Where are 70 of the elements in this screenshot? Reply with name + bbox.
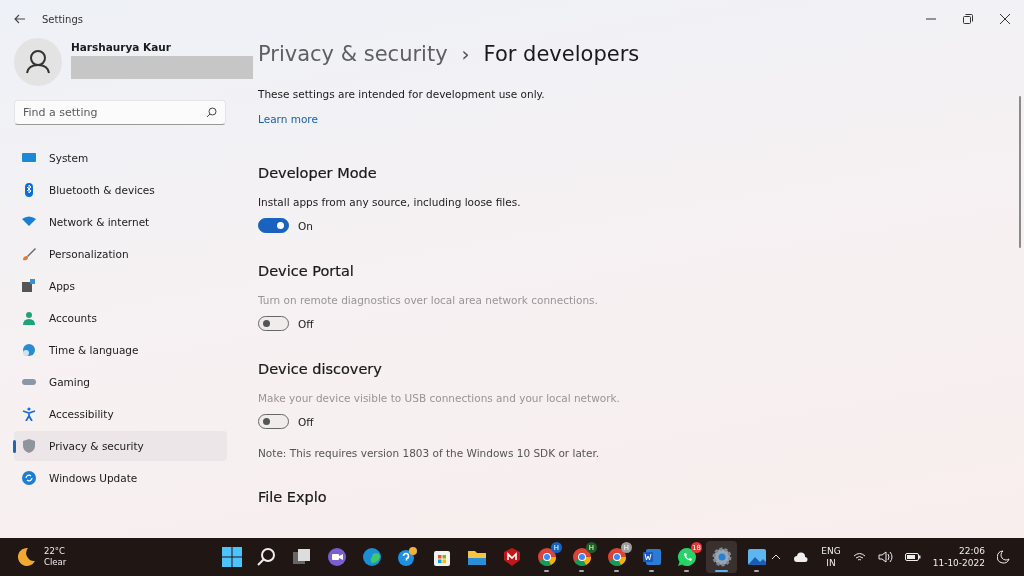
sidebar-item[interactable]: System	[14, 143, 227, 173]
taskbar-app[interactable]	[706, 541, 737, 573]
setting-description: Turn on remote diagnostics over local area network connections.	[258, 294, 599, 306]
globe-icon	[22, 343, 36, 357]
user-name: Harshaurya Kaur	[71, 41, 172, 53]
page-title: For developers	[483, 42, 640, 66]
cloud-icon[interactable]	[793, 552, 810, 562]
brush-icon	[22, 247, 36, 261]
intro-text: These settings are intended for development use only.	[258, 88, 546, 100]
battery-icon[interactable]	[904, 552, 921, 562]
system-icon	[22, 151, 36, 165]
bluetooth-icon	[22, 183, 36, 197]
back-arrow-icon[interactable]	[14, 14, 26, 24]
edge-icon	[360, 546, 383, 568]
setting-description: Make your device visible to USB connections and your local network.	[258, 392, 621, 404]
restore-icon[interactable]	[963, 14, 973, 24]
word-icon	[640, 546, 663, 568]
sidebar-item[interactable]: Gaming	[14, 367, 227, 397]
chrome-icon	[570, 546, 593, 568]
temperature: 22°C	[44, 546, 66, 557]
moon-icon	[16, 547, 36, 567]
learn-more-link[interactable]: Learn more	[258, 113, 318, 125]
search-field[interactable]: Find a setting	[14, 100, 226, 125]
access-icon	[22, 407, 36, 421]
chrome-icon	[605, 546, 628, 568]
crescent-icon[interactable]	[997, 550, 1010, 564]
language-indicator[interactable]: ENG IN	[821, 545, 841, 569]
toggle-switch[interactable]	[258, 218, 289, 233]
window-title: Settings	[42, 13, 83, 25]
toggle-state-label: On	[298, 219, 313, 232]
section-heading: Device Portal	[258, 263, 355, 279]
toggle-state-label: Off	[298, 317, 314, 330]
start-icon	[220, 546, 243, 568]
avatar-icon[interactable]	[14, 38, 62, 86]
setting-description: Install apps from any source, including loose files.	[258, 196, 522, 208]
sidebar-item[interactable]: Accessibility	[14, 399, 227, 429]
sidebar-item[interactable]: Apps	[14, 271, 227, 301]
help-icon	[395, 546, 418, 568]
wifi-icon	[22, 215, 36, 229]
section-heading: File Explo	[258, 489, 328, 505]
breadcrumb-separator: ›	[461, 42, 470, 66]
sidebar-item[interactable]: Privacy & security	[14, 431, 227, 461]
person-icon	[22, 311, 36, 325]
chat-icon	[325, 546, 348, 568]
sidebar-item[interactable]: Bluetooth & devices	[14, 175, 227, 205]
sidebar-item[interactable]: Time & language	[14, 335, 227, 365]
breadcrumb-link[interactable]: Privacy & security	[258, 42, 448, 66]
search-icon	[255, 546, 278, 568]
speaker-icon[interactable]	[877, 551, 893, 563]
close-icon[interactable]	[1000, 14, 1010, 24]
toggle-state-label: Off	[298, 415, 314, 428]
chrome-icon	[535, 546, 558, 568]
shield-icon	[22, 439, 36, 453]
section-heading: Device discovery	[258, 361, 383, 377]
section-heading: Developer Mode	[258, 165, 378, 181]
apps-icon	[22, 279, 36, 293]
clock[interactable]: 22:06 11-10-2022	[932, 545, 985, 569]
search-icon	[206, 107, 217, 118]
sidebar-item[interactable]: Personalization	[14, 239, 227, 269]
scrollbar[interactable]	[1019, 96, 1021, 248]
sidebar-item[interactable]: Network & internet	[14, 207, 227, 237]
photos-icon	[745, 546, 768, 568]
sidebar-item[interactable]: Accounts	[14, 303, 227, 333]
note-text: Note: This requires version 1803 of the Windows 10 SDK or later.	[258, 447, 601, 459]
sidebar-item[interactable]: Windows Update	[14, 463, 227, 493]
wifi-icon[interactable]	[852, 552, 866, 562]
update-icon	[22, 471, 36, 485]
settings-icon	[710, 546, 733, 568]
chevron-up-icon[interactable]	[771, 554, 782, 560]
weather-condition: Clear	[44, 557, 67, 568]
